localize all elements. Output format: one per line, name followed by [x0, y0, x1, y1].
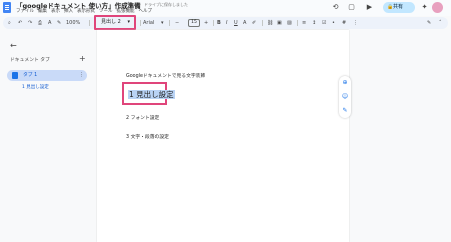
editing-mode-icon[interactable]: ✎ — [427, 18, 431, 28]
search-menus-icon[interactable]: ⌕ — [8, 18, 11, 28]
back-arrow-icon[interactable]: ← — [10, 41, 17, 50]
menu-insert[interactable]: 挿入 — [64, 8, 73, 14]
decrease-font-size-icon[interactable]: − — [175, 18, 179, 28]
highlight-icon[interactable]: ✐ — [252, 18, 256, 28]
print-icon[interactable]: ⎙ — [38, 18, 42, 28]
lock-icon: 🔒 — [387, 4, 394, 10]
font-caret-icon[interactable]: ▾ — [161, 18, 164, 28]
document-tabs-sidebar: ← ドキュメント タブ + タブ 1 ⋮ 1 見出し設定 — [0, 30, 96, 242]
star-icon[interactable]: ☆ — [126, 1, 130, 7]
toolbar-divider — [89, 20, 90, 26]
font-size-input[interactable]: 15 — [188, 19, 200, 27]
add-tab-icon[interactable]: + — [79, 54, 86, 63]
menu-bar: ファイル 編集 表示 挿入 表示形式 ツール 拡張機能 ヘルプ — [16, 8, 152, 14]
link-icon[interactable]: ⛓ — [267, 18, 273, 28]
numbered-list-icon[interactable]: # — [342, 18, 346, 28]
tab-more-icon[interactable]: ⋮ — [79, 70, 84, 81]
menu-edit[interactable]: 編集 — [38, 8, 47, 14]
collapse-menu-icon[interactable]: ˄ — [439, 18, 442, 28]
toolbar-divider — [213, 20, 214, 26]
toolbar-divider — [169, 20, 170, 26]
toolbar-divider — [140, 20, 141, 26]
share-button[interactable]: 🔒 共有 — [383, 2, 415, 13]
history-icon[interactable]: ⟲ — [331, 3, 340, 12]
undo-icon[interactable]: ↶ — [18, 18, 22, 28]
text-color-icon[interactable]: A — [243, 18, 246, 28]
outline-heading-item[interactable]: 1 見出し設定 — [22, 84, 49, 90]
line-spacing-icon[interactable]: ↕ — [312, 18, 316, 28]
add-comment-icon[interactable]: ▣ — [277, 18, 282, 28]
tab-icon — [12, 72, 18, 79]
gemini-icon[interactable]: ✦ — [420, 3, 429, 12]
emoji-reaction-icon[interactable]: ☺ — [340, 92, 350, 102]
spellcheck-icon[interactable]: A — [48, 18, 51, 28]
align-icon[interactable]: ≡ — [302, 18, 306, 28]
floating-action-bar: ⊕ ☺ ✎ — [339, 76, 351, 118]
image-icon[interactable]: ▨ — [287, 18, 292, 28]
menu-file[interactable]: ファイル — [16, 8, 34, 14]
paint-format-icon[interactable]: ✎ — [57, 18, 61, 28]
sidebar-item-tab-1[interactable]: タブ 1 ⋮ — [7, 70, 87, 81]
tab-label: タブ 1 — [23, 73, 38, 78]
italic-icon[interactable]: I — [226, 18, 227, 28]
paragraph-style-select[interactable]: 見出し 2 ▾ — [94, 15, 136, 30]
font-select[interactable]: Arial — [143, 18, 154, 28]
add-comment-icon[interactable]: ⊕ — [340, 78, 350, 88]
increase-font-size-icon[interactable]: + — [204, 18, 208, 28]
paragraph-style-value: 見出し 2 — [101, 19, 121, 25]
body-text-line[interactable]: Googleドキュメントで見る文字装飾 — [126, 72, 205, 79]
toolbar-divider — [297, 20, 298, 26]
sidebar-title: ドキュメント タブ — [10, 58, 50, 63]
video-call-icon[interactable]: ▶ — [365, 3, 374, 12]
heading-3-text[interactable]: 3 文字・段落の設定 — [126, 133, 169, 140]
move-folder-icon[interactable]: ▭ — [134, 1, 139, 7]
menu-view[interactable]: 表示 — [51, 8, 60, 14]
bold-icon[interactable]: B — [217, 18, 221, 28]
formatting-toolbar: ⌕ ↶ ↷ ⎙ A ✎ 100% Arial ▾ − 15 + B I U A … — [3, 17, 448, 29]
menu-extensions[interactable]: 拡張機能 — [117, 8, 135, 14]
docs-logo-icon[interactable] — [3, 2, 11, 13]
chevron-down-icon: ▾ — [127, 19, 130, 25]
more-options-icon[interactable]: ⋮ — [353, 18, 358, 28]
avatar[interactable] — [432, 2, 443, 13]
menu-help[interactable]: ヘルプ — [139, 8, 153, 14]
menu-format[interactable]: 表示形式 — [77, 8, 95, 14]
title-bar: 「googleドキュメント 使い方」作成準備 ☆ ▭ ドライブに保存しました フ… — [0, 0, 451, 16]
document-page[interactable]: Googleドキュメントで見る文字装飾 1 見出し設定 2 フォント設定 3 文… — [97, 30, 349, 242]
share-label: 共有 — [393, 4, 404, 10]
heading-2-text[interactable]: 2 フォント設定 — [126, 114, 159, 121]
zoom-select[interactable]: 100% — [66, 18, 80, 28]
heading-1-text[interactable]: 1 見出し設定 — [128, 90, 175, 99]
heading-highlight-box: 1 見出し設定 — [122, 82, 175, 105]
toolbar-divider — [262, 20, 263, 26]
redo-icon[interactable]: ↷ — [28, 18, 32, 28]
bulleted-list-icon[interactable]: • — [332, 18, 335, 28]
comment-icon[interactable]: ▢ — [347, 3, 356, 12]
checklist-icon[interactable]: ☑ — [322, 18, 326, 28]
underline-icon[interactable]: U — [234, 18, 238, 28]
menu-tools[interactable]: ツール — [99, 8, 113, 14]
suggest-edits-icon[interactable]: ✎ — [340, 106, 350, 116]
